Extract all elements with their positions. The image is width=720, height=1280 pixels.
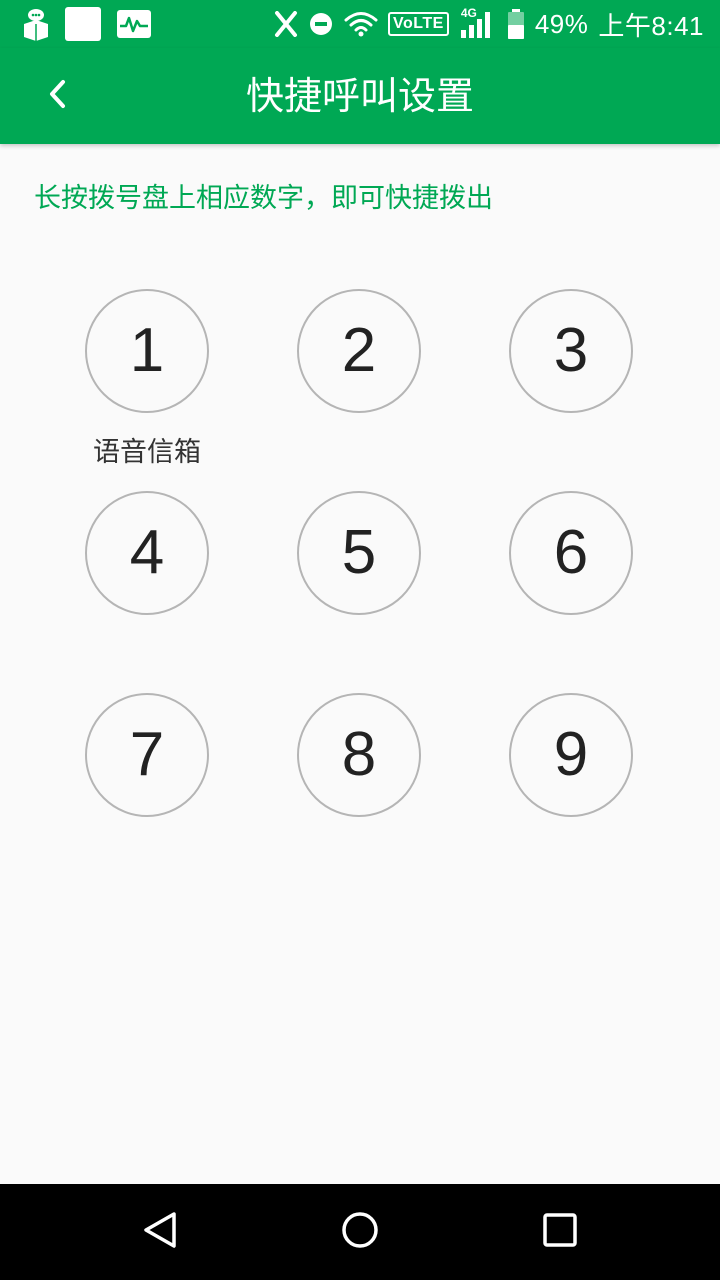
key-7[interactable]: 7	[85, 693, 209, 817]
wifi-icon	[344, 11, 378, 37]
chevron-left-icon	[43, 76, 73, 116]
do-not-disturb-icon	[308, 11, 334, 37]
key-6[interactable]: 6	[509, 491, 633, 615]
navigation-bar	[0, 1184, 720, 1280]
key-digit: 6	[553, 518, 589, 587]
volte-indicator: VoLTE	[388, 12, 449, 36]
key-digit: 3	[553, 316, 589, 385]
key-2[interactable]: 2	[297, 289, 421, 413]
status-bar-system: VoLTE 4G 49% 上午8:41	[274, 6, 704, 41]
key-digit: 5	[341, 518, 377, 587]
network-type: 4G	[460, 6, 477, 20]
key-9[interactable]: 9	[509, 693, 633, 817]
key-4[interactable]: 4	[85, 491, 209, 615]
back-triangle-icon	[140, 1210, 180, 1254]
recents-square-icon	[540, 1210, 580, 1254]
key-3[interactable]: 3	[509, 289, 633, 413]
hint-text: 长按拨号盘上相应数字，即可快捷拨出	[34, 183, 493, 214]
activity-monitor-icon	[116, 9, 152, 39]
key-digit: 9	[553, 720, 589, 789]
home-circle-icon	[340, 1210, 380, 1254]
key-digit: 1	[129, 316, 165, 385]
battery-percent: 49%	[534, 8, 589, 39]
toolbar: 快捷呼叫设置	[0, 48, 720, 144]
key-digit: 2	[341, 316, 377, 385]
nav-recents-button[interactable]	[536, 1208, 584, 1256]
key-5[interactable]: 5	[297, 491, 421, 615]
page-title: 快捷呼叫设置	[245, 74, 474, 118]
nav-home-button[interactable]	[336, 1208, 384, 1256]
back-button[interactable]	[30, 68, 86, 124]
chat-robot-icon	[22, 7, 50, 41]
key-1[interactable]: 1	[85, 289, 209, 413]
status-bar: VoLTE 4G 49% 上午8:41	[0, 0, 720, 48]
nav-back-button[interactable]	[136, 1208, 184, 1256]
x-app-icon	[274, 11, 298, 37]
key-digit: 8	[341, 720, 377, 789]
clock: 上午8:41	[598, 10, 704, 41]
signal-icon: 4G	[459, 6, 497, 40]
key-1-label: 语音信箱	[93, 437, 201, 468]
battery-icon	[507, 9, 525, 39]
key-digit: 4	[129, 518, 165, 587]
status-bar-notifications	[22, 7, 152, 41]
key-digit: 7	[129, 720, 165, 789]
blank-app-icon	[64, 6, 102, 42]
key-8[interactable]: 8	[297, 693, 421, 817]
